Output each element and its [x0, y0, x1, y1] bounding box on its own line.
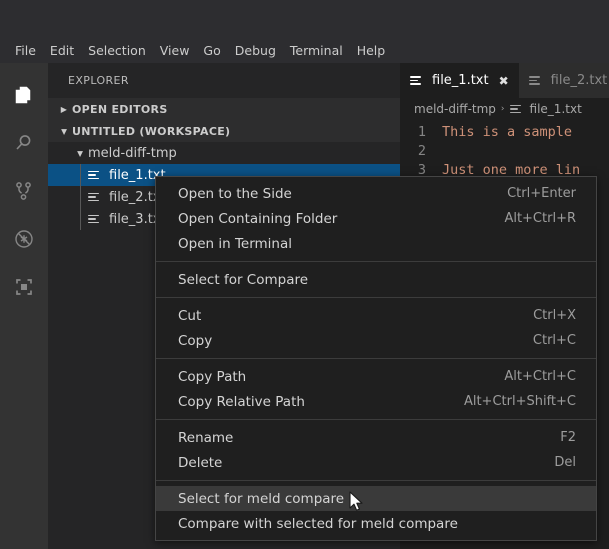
menu-item-label: Open Containing Folder: [178, 210, 338, 227]
activitybar-item-debug[interactable]: [0, 215, 48, 263]
editor-tab-bar[interactable]: file_1.txt ✖ file_2.txt: [400, 63, 609, 98]
menu-item-delete[interactable]: Delete Del: [156, 450, 596, 475]
text-file-icon: [528, 73, 545, 89]
menu-item-label: Delete: [178, 454, 223, 471]
menu-item-shortcut: F2: [560, 430, 576, 445]
activitybar-item-source-control[interactable]: [0, 167, 48, 215]
menu-item-label: Copy: [178, 332, 213, 349]
activitybar-item-explorer[interactable]: [0, 71, 48, 119]
menu-item-shortcut: Alt+Ctrl+R: [504, 211, 576, 226]
source-control-icon: [12, 179, 36, 203]
text-file-icon: [88, 211, 104, 227]
title-bar: [0, 0, 609, 38]
tree-item-label: UNTITLED (WORKSPACE): [72, 124, 231, 138]
editor-tab-file_2-txt[interactable]: file_2.txt: [518, 63, 609, 98]
chevron-down-icon[interactable]: [72, 149, 88, 158]
extensions-icon: [12, 275, 36, 299]
menu-item-open-to-the-side[interactable]: Open to the Side Ctrl+Enter: [156, 181, 596, 206]
vscode-window: File Edit Selection View Go Debug Terminal Help…: [0, 0, 609, 549]
editor-tab-file_1-txt[interactable]: file_1.txt ✖: [400, 63, 519, 98]
menu-separator: [156, 358, 596, 359]
tree-node-open-editors[interactable]: OPEN EDITORS: [48, 98, 400, 120]
menu-separator: [156, 261, 596, 262]
menubar-item-file[interactable]: File: [8, 40, 43, 61]
text-file-icon: [88, 189, 104, 205]
menu-item-shortcut: Alt+Ctrl+Shift+C: [463, 394, 576, 409]
menu-item-copy-relative-path[interactable]: Copy Relative Path Alt+Ctrl+Shift+C: [156, 389, 596, 414]
menu-item-label: Open to the Side: [178, 185, 292, 202]
menubar-item-selection[interactable]: Selection: [81, 40, 153, 61]
menu-item-label: Rename: [178, 429, 234, 446]
menu-item-cut[interactable]: Cut Ctrl+X: [156, 303, 596, 328]
chevron-right-icon[interactable]: [56, 105, 72, 114]
menu-item-label: Open in Terminal: [178, 235, 292, 252]
menu-item-shortcut: Ctrl+Enter: [507, 186, 576, 201]
breadcrumb-file[interactable]: file_1.txt: [530, 102, 582, 116]
menu-item-label: Cut: [178, 307, 202, 324]
tree-indent-guide: [80, 208, 81, 230]
menu-item-shortcut: Ctrl+X: [533, 308, 576, 323]
tree-node-untitled-workspace[interactable]: UNTITLED (WORKSPACE): [48, 120, 400, 142]
menu-item-label: Select for meld compare: [178, 490, 345, 507]
debug-icon: [12, 227, 36, 251]
menu-item-copy[interactable]: Copy Ctrl+C: [156, 328, 596, 353]
menu-item-copy-path[interactable]: Copy Path Alt+Ctrl+C: [156, 364, 596, 389]
menu-item-label: Copy Path: [178, 368, 247, 385]
menu-item-shortcut: Del: [554, 455, 576, 470]
text-file-icon: [509, 101, 526, 117]
code-line: 1 This is a sample: [400, 123, 609, 142]
menu-item-shortcut: Alt+Ctrl+C: [504, 369, 576, 384]
menu-item-select-for-compare[interactable]: Select for Compare: [156, 267, 596, 292]
search-icon: [12, 131, 36, 155]
tree-node-meld-diff-tmp[interactable]: meld-diff-tmp: [48, 142, 400, 164]
menubar-item-terminal[interactable]: Terminal: [283, 40, 350, 61]
activity-bar: [0, 63, 48, 549]
line-text[interactable]: This is a sample: [442, 123, 572, 142]
menu-bar[interactable]: File Edit Selection View Go Debug Terminal Help: [0, 38, 609, 63]
menubar-item-debug[interactable]: Debug: [228, 40, 283, 61]
tree-indent-guide: [80, 164, 81, 186]
menubar-item-go[interactable]: Go: [196, 40, 227, 61]
menu-item-shortcut: Ctrl+C: [532, 333, 576, 348]
tab-close-icon[interactable]: ✖: [499, 75, 509, 87]
text-file-icon: [88, 167, 104, 183]
menu-separator: [156, 419, 596, 420]
activitybar-item-extensions[interactable]: [0, 263, 48, 311]
menu-item-open-in-terminal[interactable]: Open in Terminal: [156, 231, 596, 256]
menu-item-label: Compare with selected for meld compare: [178, 515, 458, 532]
text-file-icon: [410, 73, 426, 89]
menu-item-label: Copy Relative Path: [178, 393, 305, 410]
code-line: 2: [400, 142, 609, 161]
menu-item-label: Select for Compare: [178, 271, 309, 288]
menu-separator: [156, 480, 596, 481]
menubar-item-edit[interactable]: Edit: [43, 40, 81, 61]
tab-label: file_2.txt: [550, 73, 608, 88]
menubar-item-help[interactable]: Help: [350, 40, 393, 61]
menu-separator: [156, 297, 596, 298]
breadcrumb-folder[interactable]: meld-diff-tmp: [414, 102, 496, 116]
context-menu[interactable]: Open to the Side Ctrl+Enter Open Containin…: [155, 176, 597, 541]
tree-item-label: OPEN EDITORS: [72, 102, 168, 116]
chevron-down-icon[interactable]: [56, 127, 72, 136]
files-icon: [12, 83, 36, 107]
activitybar-item-search[interactable]: [0, 119, 48, 167]
menubar-item-view[interactable]: View: [153, 40, 197, 61]
breadcrumb-separator-icon: ›: [500, 104, 505, 114]
sidebar-title: EXPLORER: [68, 74, 129, 87]
menu-item-open-containing-folder[interactable]: Open Containing Folder Alt+Ctrl+R: [156, 206, 596, 231]
breadcrumb[interactable]: meld-diff-tmp › file_1.txt: [400, 98, 609, 120]
tab-label: file_1.txt: [432, 73, 489, 88]
menu-item-rename[interactable]: Rename F2: [156, 425, 596, 450]
tree-indent-guide: [80, 186, 81, 208]
tree-item-label: meld-diff-tmp: [88, 145, 177, 161]
menu-item-select-for-meld-compare[interactable]: Select for meld compare: [156, 486, 596, 511]
line-number: 1: [417, 124, 426, 140]
menu-item-compare-with-selected-for-meld-compare[interactable]: Compare with selected for meld compare: [156, 511, 596, 536]
code-editor[interactable]: 1 This is a sample 2 3 Just one more lin: [400, 120, 609, 180]
line-number: 2: [417, 143, 426, 159]
